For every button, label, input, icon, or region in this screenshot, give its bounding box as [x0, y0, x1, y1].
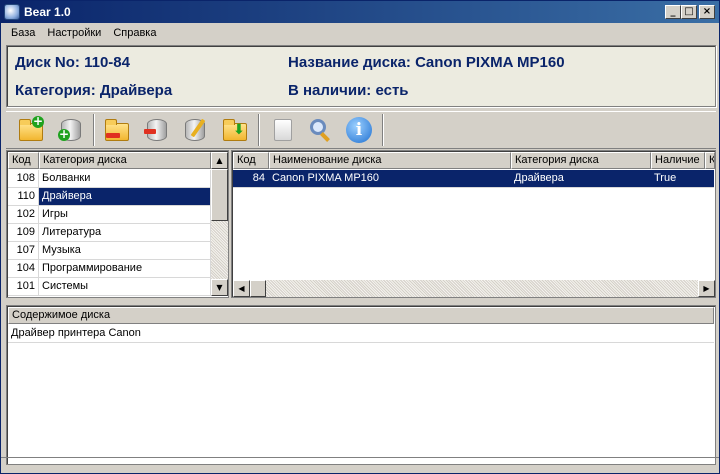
category-code-cell[interactable]: 104 [8, 260, 39, 277]
category-name-cell[interactable]: Системы [39, 278, 211, 295]
col-header-category[interactable]: Категория диска [39, 152, 211, 169]
remove-disk-icon[interactable] [142, 115, 172, 145]
magnifier-handle-icon [320, 132, 330, 142]
disk-hscrollbar[interactable]: ◀ [233, 280, 701, 297]
category-row[interactable]: 107 Музыка [8, 242, 211, 260]
contents-panel[interactable]: Содержимое диска Драйвер принтера Canon [6, 305, 716, 465]
category-code-cell[interactable]: 110 [8, 188, 39, 205]
window-title: Bear 1.0 [24, 5, 71, 19]
scroll-thumb[interactable] [211, 169, 228, 221]
status-bar [1, 457, 719, 473]
category-row[interactable]: 104 Программирование [8, 260, 211, 278]
arrow-down-icon: ⬇ [233, 122, 245, 138]
toolbar-separator [382, 114, 384, 146]
disk-grid[interactable]: Код Наименование диска Категория диска Н… [231, 150, 716, 298]
plus-badge-icon: + [32, 114, 44, 128]
category-grid[interactable]: Код Категория диска 108 Болванки 110 Драйве… [6, 150, 229, 298]
col-header-disk-name[interactable]: Наименование диска [269, 152, 511, 169]
category-code-cell[interactable]: 102 [8, 206, 39, 223]
category-name-cell[interactable]: Игры [39, 206, 211, 223]
disk-code-cell[interactable]: 84 [233, 170, 269, 187]
menu-bar: База Настройки Справка [1, 23, 719, 42]
open-folder-icon[interactable] [102, 115, 132, 145]
menu-baza[interactable]: База [5, 27, 41, 39]
folder-icon [105, 119, 129, 141]
title-bar[interactable]: Bear 1.0 _ □ × [1, 1, 719, 23]
disk-availability-cell[interactable]: True [651, 170, 705, 187]
add-disk-icon[interactable]: + [56, 115, 86, 145]
disk-name-label: Название диска: Canon PIXMA MP160 [288, 54, 565, 71]
info-glyph: i [346, 117, 372, 143]
blank-icon[interactable] [268, 115, 298, 145]
minus-badge-icon [106, 133, 120, 138]
category-name-cell[interactable]: Программирование [39, 260, 211, 277]
page-icon [274, 119, 292, 141]
col-header-code[interactable]: Код [8, 152, 39, 169]
splitter[interactable] [6, 299, 716, 303]
disk-info-panel: Диск No: 110-84 Название диска: Canon PI… [6, 45, 716, 107]
disk-number-label: Диск No: 110-84 [15, 54, 130, 71]
category-row[interactable]: 101 Системы [8, 278, 211, 296]
scroll-thumb[interactable] [250, 280, 266, 297]
contents-header: Содержимое диска [8, 307, 714, 324]
category-row[interactable]: 110 Драйвера [8, 188, 211, 206]
col-header-disk-category[interactable]: Категория диска [511, 152, 651, 169]
info-icon[interactable]: i [344, 115, 374, 145]
col-header-availability[interactable]: Наличие [651, 152, 705, 169]
menu-help[interactable]: Справка [107, 27, 162, 39]
app-icon [4, 4, 20, 20]
scroll-right-button[interactable]: ▶ [698, 280, 715, 297]
category-name-cell[interactable]: Музыка [39, 242, 211, 259]
contents-row: Драйвер принтера Canon [8, 325, 714, 343]
import-folder-icon[interactable]: ⬇ [220, 115, 250, 145]
minimize-button[interactable]: _ [665, 5, 681, 19]
category-row[interactable]: 108 Болванки [8, 170, 211, 188]
search-icon[interactable] [306, 115, 336, 145]
edit-disk-icon[interactable] [180, 115, 210, 145]
scroll-up-button[interactable]: ▲ [211, 152, 228, 169]
toolbar-separator [93, 114, 95, 146]
category-label: Категория: Драйвера [15, 82, 173, 99]
category-code-cell[interactable]: 109 [8, 224, 39, 241]
disk-row[interactable]: 84 Canon PIXMA MP160 Драйвера True [233, 170, 714, 188]
disk-name-cell[interactable]: Canon PIXMA MP160 [269, 170, 511, 187]
minus-badge-icon [144, 129, 156, 134]
app-window: Bear 1.0 _ □ × База Настройки Справка Ди… [0, 0, 720, 474]
category-code-cell[interactable]: 101 [8, 278, 39, 295]
menu-settings[interactable]: Настройки [41, 27, 107, 39]
contents-text[interactable]: Драйвер принтера Canon [8, 325, 714, 342]
category-name-cell[interactable]: Болванки [39, 170, 211, 187]
category-name-cell[interactable]: Драйвера [39, 188, 211, 205]
toolbar-separator [258, 114, 260, 146]
category-code-cell[interactable]: 107 [8, 242, 39, 259]
maximize-button[interactable]: □ [681, 5, 697, 19]
plus-badge-icon: + [58, 127, 70, 141]
col-header-code[interactable]: Код [233, 152, 269, 169]
availability-label: В наличии: есть [288, 82, 409, 99]
new-folder-icon[interactable]: + [16, 115, 46, 145]
category-code-cell[interactable]: 108 [8, 170, 39, 187]
category-row[interactable]: 109 Литература [8, 224, 211, 242]
toolbar: + + ⬇ i [6, 111, 716, 149]
close-button[interactable]: × [699, 5, 715, 19]
scroll-left-button[interactable]: ◀ [233, 280, 250, 297]
disk-category-cell[interactable]: Драйвера [511, 170, 651, 187]
category-scrollbar[interactable]: ▲ ▼ [211, 152, 228, 296]
category-row[interactable]: 102 Игры [8, 206, 211, 224]
scroll-down-button[interactable]: ▼ [211, 279, 228, 296]
category-name-cell[interactable]: Литература [39, 224, 211, 241]
col-header-more[interactable]: К [705, 152, 715, 169]
